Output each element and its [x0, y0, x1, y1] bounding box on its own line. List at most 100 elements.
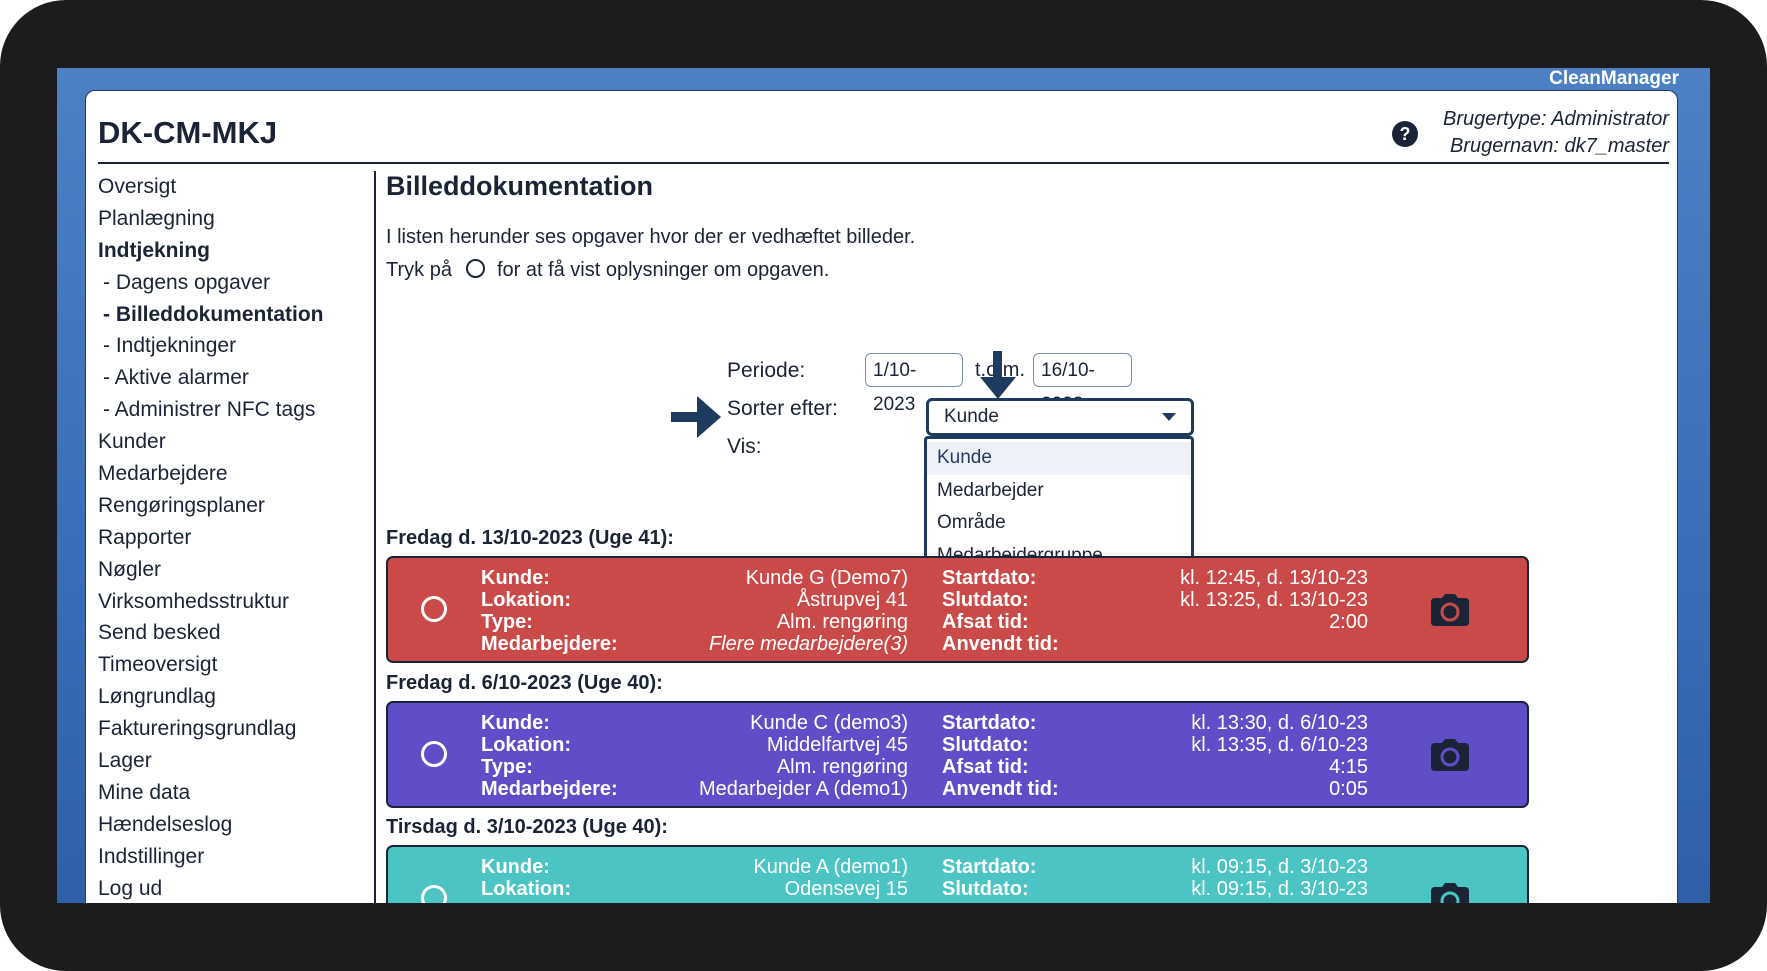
sidebar-item-indtjekninger[interactable]: - Indtjekninger [98, 330, 358, 362]
medarbejdere-value: Flere medarbejdere(3) [709, 633, 908, 655]
medarbejdere-value: Medarbejder A (demo1) [698, 778, 908, 800]
startdato-label: Startdato: [942, 567, 1037, 589]
sidebar-item-lager[interactable]: Lager [98, 745, 358, 777]
user-type: Brugertype: Administrator [1442, 108, 1669, 130]
sort-option-medarbejder[interactable]: Medarbejder [927, 475, 1191, 508]
intro-hint-a: Tryk på [386, 259, 452, 281]
radio-circle-icon [465, 259, 485, 278]
slutdato-label: Slutdato: [942, 878, 1029, 900]
page-container: DK-CM-MKJ ? Brugertype: Administrator Br… [85, 90, 1678, 903]
sidebar-item-virksomhedsstruktur[interactable]: Virksomhedsstruktur [98, 586, 358, 618]
sidebar-item-faktureringsgrundlag[interactable]: Faktureringsgrundlag [98, 713, 358, 745]
device-frame: CleanManager DK-CM-MKJ ? Brugertype: Adm… [0, 0, 1767, 971]
intro-hint-b: for at få vist oplysninger om opgaven. [496, 259, 830, 281]
slutdato-label: Slutdato: [942, 734, 1029, 756]
intro-hint: Tryk på for at få vist oplysninger om opg… [386, 259, 829, 282]
type-value: Alm. rengøring [776, 756, 908, 778]
sidebar-item-kunder[interactable]: Kunder [98, 426, 358, 458]
arrow-right-icon [671, 396, 721, 438]
task-card: Kunde: Lokation: Type: Medarbejdere: Kun… [386, 701, 1529, 808]
slutdato-value: kl. 13:35, d. 6/10-23 [1191, 734, 1368, 756]
sidebar-item-indtjekning[interactable]: Indtjekning [98, 235, 358, 267]
camera-icon[interactable] [1431, 739, 1469, 771]
sort-label: Sorter efter: [727, 397, 838, 420]
from-date-input[interactable]: 1/10-2023 [865, 353, 963, 415]
medarbejdere-label: Medarbejdere: [481, 633, 618, 655]
task-info-radio[interactable] [421, 885, 447, 903]
section-heading: Billeddokumentation [386, 171, 654, 201]
to-date-input[interactable]: 16/10-2023 [1033, 353, 1132, 415]
startdato-value: kl. 09:15, d. 3/10-23 [1191, 856, 1368, 878]
sidebar-item-indstillinger[interactable]: Indstillinger [98, 841, 358, 873]
anvendt-tid-label: Anvendt tid: [942, 778, 1059, 800]
sidebar-item-send-besked[interactable]: Send besked [98, 617, 358, 649]
kunde-value: Kunde G (Demo7) [745, 567, 908, 589]
sidebar-item-planlaegning[interactable]: Planlægning [98, 203, 358, 235]
app-window: CleanManager DK-CM-MKJ ? Brugertype: Adm… [57, 68, 1710, 903]
sidebar-item-mine-data[interactable]: Mine data [98, 777, 358, 809]
sidebar-item-medarbejdere[interactable]: Medarbejdere [98, 458, 358, 490]
sidebar-item-dagens-opgaver[interactable]: - Dagens opgaver [98, 267, 358, 299]
task-info-radio[interactable] [421, 741, 447, 767]
day-header: Fredag d. 6/10-2023 (Uge 40): [386, 672, 663, 694]
startdato-label: Startdato: [942, 712, 1037, 734]
sort-select[interactable]: Kunde [926, 398, 1194, 436]
slutdato-value: kl. 13:25, d. 13/10-23 [1180, 589, 1368, 611]
camera-icon[interactable] [1431, 883, 1469, 903]
lokation-label: Lokation: [481, 878, 571, 900]
sidebar-item-billeddokumentation[interactable]: - Billeddokumentation [98, 299, 358, 331]
kunde-label: Kunde: [481, 567, 550, 589]
anvendt-tid-value: 0:05 [1329, 778, 1368, 800]
lokation-label: Lokation: [481, 589, 571, 611]
arrow-down-icon [980, 351, 1016, 399]
task-info-radio[interactable] [421, 596, 447, 622]
startdato-label: Startdato: [942, 856, 1037, 878]
day-header: Fredag d. 13/10-2023 (Uge 41): [386, 527, 674, 549]
task-card: Kunde: Lokation: Kunde A (demo1) Odensev… [386, 845, 1529, 903]
sort-select-value: Kunde [944, 406, 999, 427]
sidebar-item-nogler[interactable]: Nøgler [98, 554, 358, 586]
sidebar-item-log-ud[interactable]: Log ud [98, 873, 358, 903]
sidebar-item-nfc-tags[interactable]: - Administrer NFC tags [98, 394, 358, 426]
type-label: Type: [481, 611, 533, 633]
chevron-down-icon [1162, 413, 1176, 421]
vis-label: Vis: [727, 435, 762, 458]
slutdato-label: Slutdato: [942, 589, 1029, 611]
type-label: Type: [481, 756, 533, 778]
sidebar-item-aktive-alarmer[interactable]: - Aktive alarmer [98, 362, 358, 394]
lokation-value: Middelfartvej 45 [766, 734, 908, 756]
sidebar-item-rengoringsplaner[interactable]: Rengøringsplaner [98, 490, 358, 522]
sidebar-item-timeoversigt[interactable]: Timeoversigt [98, 649, 358, 681]
sidebar-item-oversigt[interactable]: Oversigt [98, 171, 358, 203]
page-title: DK-CM-MKJ [98, 115, 278, 150]
sidebar-item-longrundlag[interactable]: Løngrundlag [98, 681, 358, 713]
type-value: Alm. rengøring [776, 611, 908, 633]
day-header: Tirsdag d. 3/10-2023 (Uge 40): [386, 816, 668, 838]
kunde-value: Kunde C (demo3) [750, 712, 908, 734]
startdato-value: kl. 12:45, d. 13/10-23 [1180, 567, 1368, 589]
kunde-label: Kunde: [481, 856, 550, 878]
camera-icon[interactable] [1431, 594, 1469, 626]
sidebar-nav: Oversigt Planlægning Indtjekning - Dagen… [98, 171, 358, 903]
afsat-tid-label: Afsat tid: [942, 611, 1029, 633]
kunde-value: Kunde A (demo1) [753, 856, 908, 878]
brand-label: CleanManager [1549, 68, 1679, 89]
sidebar-item-rapporter[interactable]: Rapporter [98, 522, 358, 554]
sidebar-divider [374, 171, 376, 903]
sort-option-omrade[interactable]: Område [927, 507, 1191, 540]
medarbejdere-label: Medarbejdere: [481, 778, 618, 800]
lokation-value: Åstrupvej 41 [796, 589, 908, 611]
user-info: Brugertype: Administrator Brugernavn: dk… [1443, 106, 1669, 160]
sidebar-item-haendelseslog[interactable]: Hændelseslog [98, 809, 358, 841]
kunde-label: Kunde: [481, 712, 550, 734]
afsat-tid-value: 2:00 [1329, 611, 1368, 633]
sort-dropdown-menu: Kunde Medarbejder Område Medarbejdergrup… [924, 436, 1194, 576]
startdato-value: kl. 13:30, d. 6/10-23 [1191, 712, 1368, 734]
header-divider [98, 162, 1669, 164]
sort-option-kunde[interactable]: Kunde [927, 442, 1191, 475]
afsat-tid-value: 4:15 [1329, 756, 1368, 778]
question-circle-icon[interactable]: ? [1392, 121, 1418, 147]
intro-text: I listen herunder ses opgaver hvor der e… [386, 226, 916, 248]
lokation-value: Odensevej 15 [784, 878, 908, 900]
task-card: Kunde: Lokation: Type: Medarbejdere: Kun… [386, 556, 1529, 663]
